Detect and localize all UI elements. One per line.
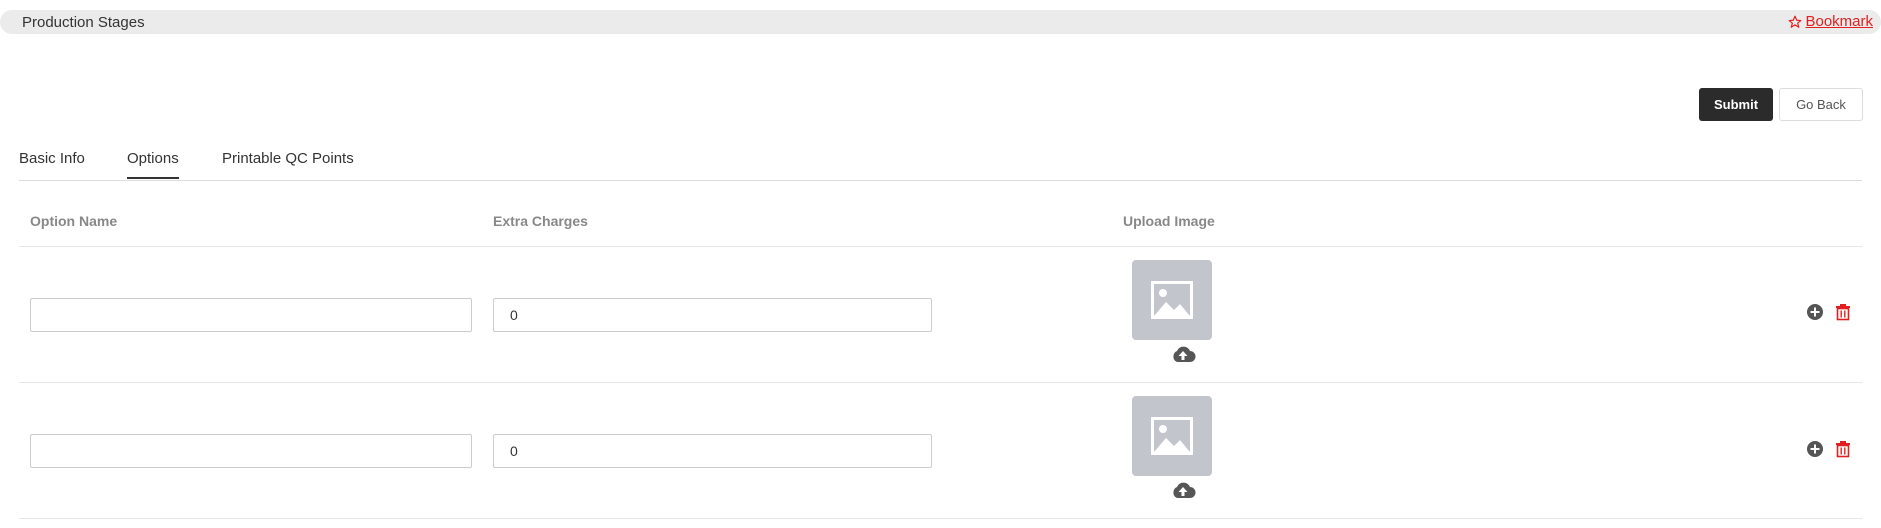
cloud-upload-icon[interactable] [1170,480,1196,500]
row-divider [19,518,1862,519]
tab-bar: Basic Info Options Printable QC Points [19,148,1862,181]
extra-charges-input[interactable] [493,298,932,332]
bookmark-link[interactable]: Bookmark [1788,13,1873,30]
header-bar: Production Stages Bookmark [0,10,1881,34]
trash-icon[interactable] [1834,440,1852,458]
plus-circle-icon[interactable] [1806,303,1824,321]
star-outline-icon [1789,15,1802,28]
tab-printable-qc-points[interactable]: Printable QC Points [222,150,354,177]
column-header-upload-image: Upload Image [1123,213,1215,229]
row-divider [19,382,1862,383]
column-header-extra-charges: Extra Charges [493,213,588,229]
tab-options[interactable]: Options [127,150,179,179]
plus-circle-icon[interactable] [1806,440,1824,458]
go-back-button[interactable]: Go Back [1779,88,1863,121]
option-name-input[interactable] [30,434,472,468]
option-name-input[interactable] [30,298,472,332]
image-placeholder[interactable] [1132,260,1212,340]
row-divider [19,246,1862,247]
image-placeholder[interactable] [1132,396,1212,476]
column-header-option-name: Option Name [30,213,118,229]
trash-icon[interactable] [1834,303,1852,321]
extra-charges-input[interactable] [493,434,932,468]
image-placeholder-icon [1151,417,1193,455]
page-title: Production Stages [22,14,145,31]
tab-basic-info[interactable]: Basic Info [19,150,85,177]
bookmark-label: Bookmark [1805,13,1873,30]
submit-button[interactable]: Submit [1699,88,1773,121]
cloud-upload-icon[interactable] [1170,344,1196,364]
image-placeholder-icon [1151,281,1193,319]
